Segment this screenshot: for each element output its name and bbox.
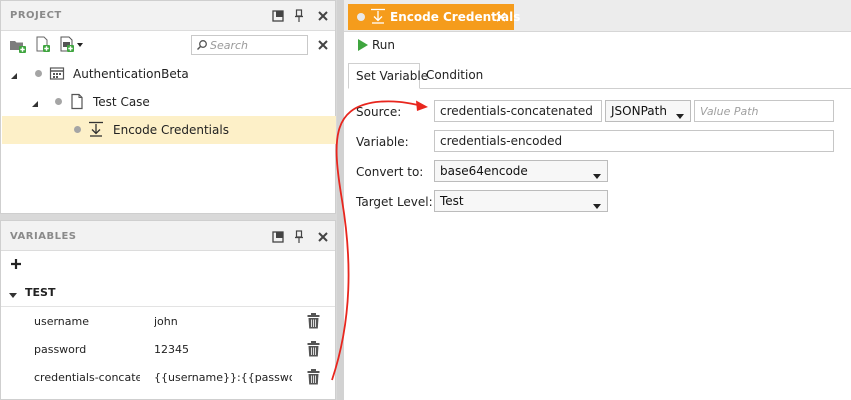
annotation-arrow bbox=[331, 100, 428, 381]
